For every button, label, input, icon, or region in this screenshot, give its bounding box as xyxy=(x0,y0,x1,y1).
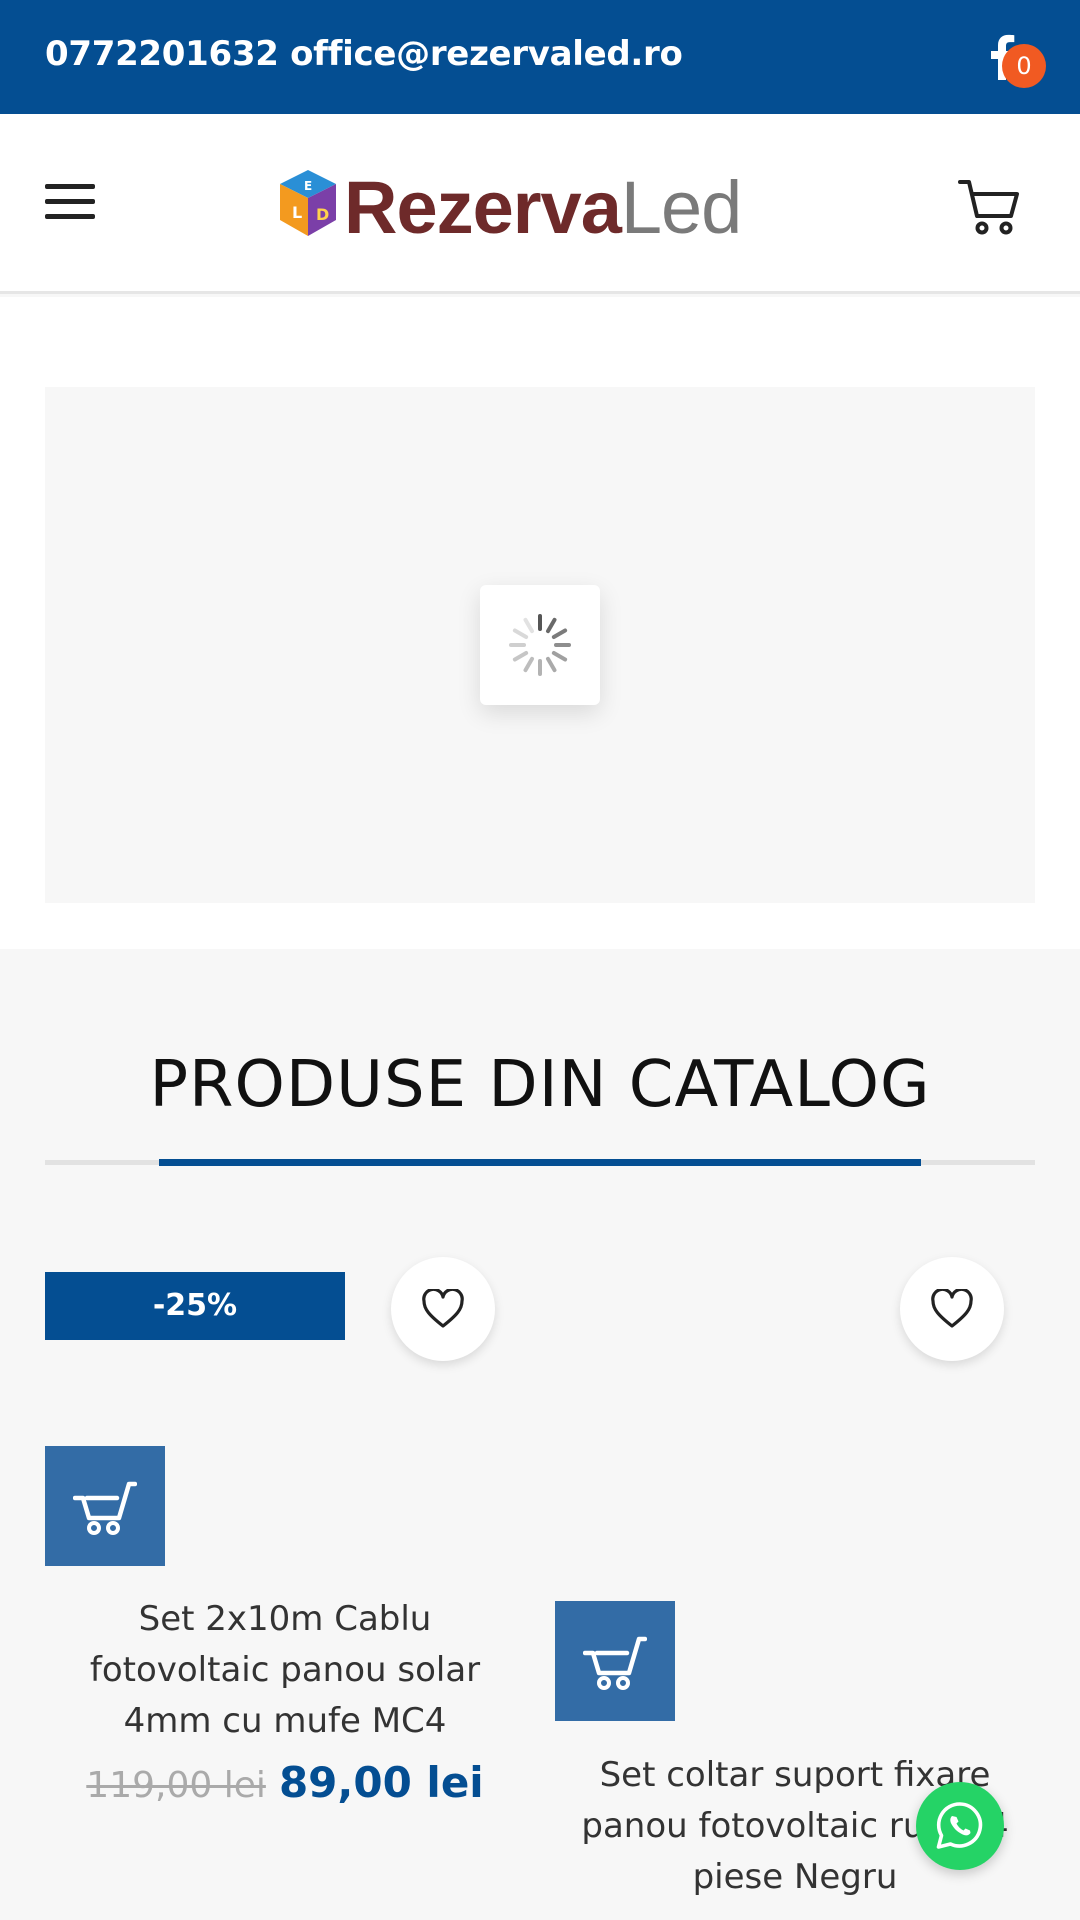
site-header: L D E RezervaLed xyxy=(0,114,1080,294)
site-logo[interactable]: L D E RezervaLed xyxy=(276,164,746,254)
hero-slider[interactable] xyxy=(45,387,1035,903)
cart-icon[interactable] xyxy=(958,174,1022,238)
product-price: 119,00 lei 89,00 lei xyxy=(45,1758,525,1807)
svg-text:D: D xyxy=(316,205,329,224)
cart-count-badge: 0 xyxy=(1002,44,1046,88)
contact-info: 0772201632 office@rezervaled.ro xyxy=(45,34,683,74)
hamburger-menu-icon[interactable] xyxy=(45,180,95,222)
product-name[interactable]: Set 2x10m Cablu fotovoltaic panou solar … xyxy=(45,1594,525,1747)
wishlist-button[interactable] xyxy=(900,1257,1004,1361)
add-to-cart-icon xyxy=(73,1481,137,1535)
discount-badge: -25% xyxy=(45,1272,345,1340)
sale-price: 89,00 lei xyxy=(278,1758,484,1807)
whatsapp-icon xyxy=(936,1802,983,1849)
svg-text:L: L xyxy=(292,203,302,222)
phone-link[interactable]: 0772201632 xyxy=(45,34,279,74)
top-bar: 0772201632 office@rezervaled.ro xyxy=(0,0,1080,114)
old-price: 119,00 lei xyxy=(86,1765,266,1806)
whatsapp-button[interactable] xyxy=(916,1782,1004,1870)
title-divider-accent xyxy=(159,1159,921,1166)
logo-wordmark: RezervaLed xyxy=(344,166,742,249)
section-title: PRODUSE DIN CATALOG xyxy=(149,1048,931,1122)
email-link[interactable]: office@rezervaled.ro xyxy=(290,34,683,74)
loading-spinner-icon xyxy=(509,614,571,676)
add-to-cart-button[interactable] xyxy=(555,1601,675,1721)
heart-icon xyxy=(931,1289,973,1328)
wishlist-button[interactable] xyxy=(391,1257,495,1361)
add-to-cart-button[interactable] xyxy=(45,1446,165,1566)
loading-spinner xyxy=(480,585,600,705)
add-to-cart-icon xyxy=(583,1636,647,1690)
hero-section xyxy=(0,297,1080,949)
svg-text:E: E xyxy=(304,179,312,193)
logo-cube-icon: L D E xyxy=(280,170,336,236)
heart-icon xyxy=(422,1289,464,1328)
